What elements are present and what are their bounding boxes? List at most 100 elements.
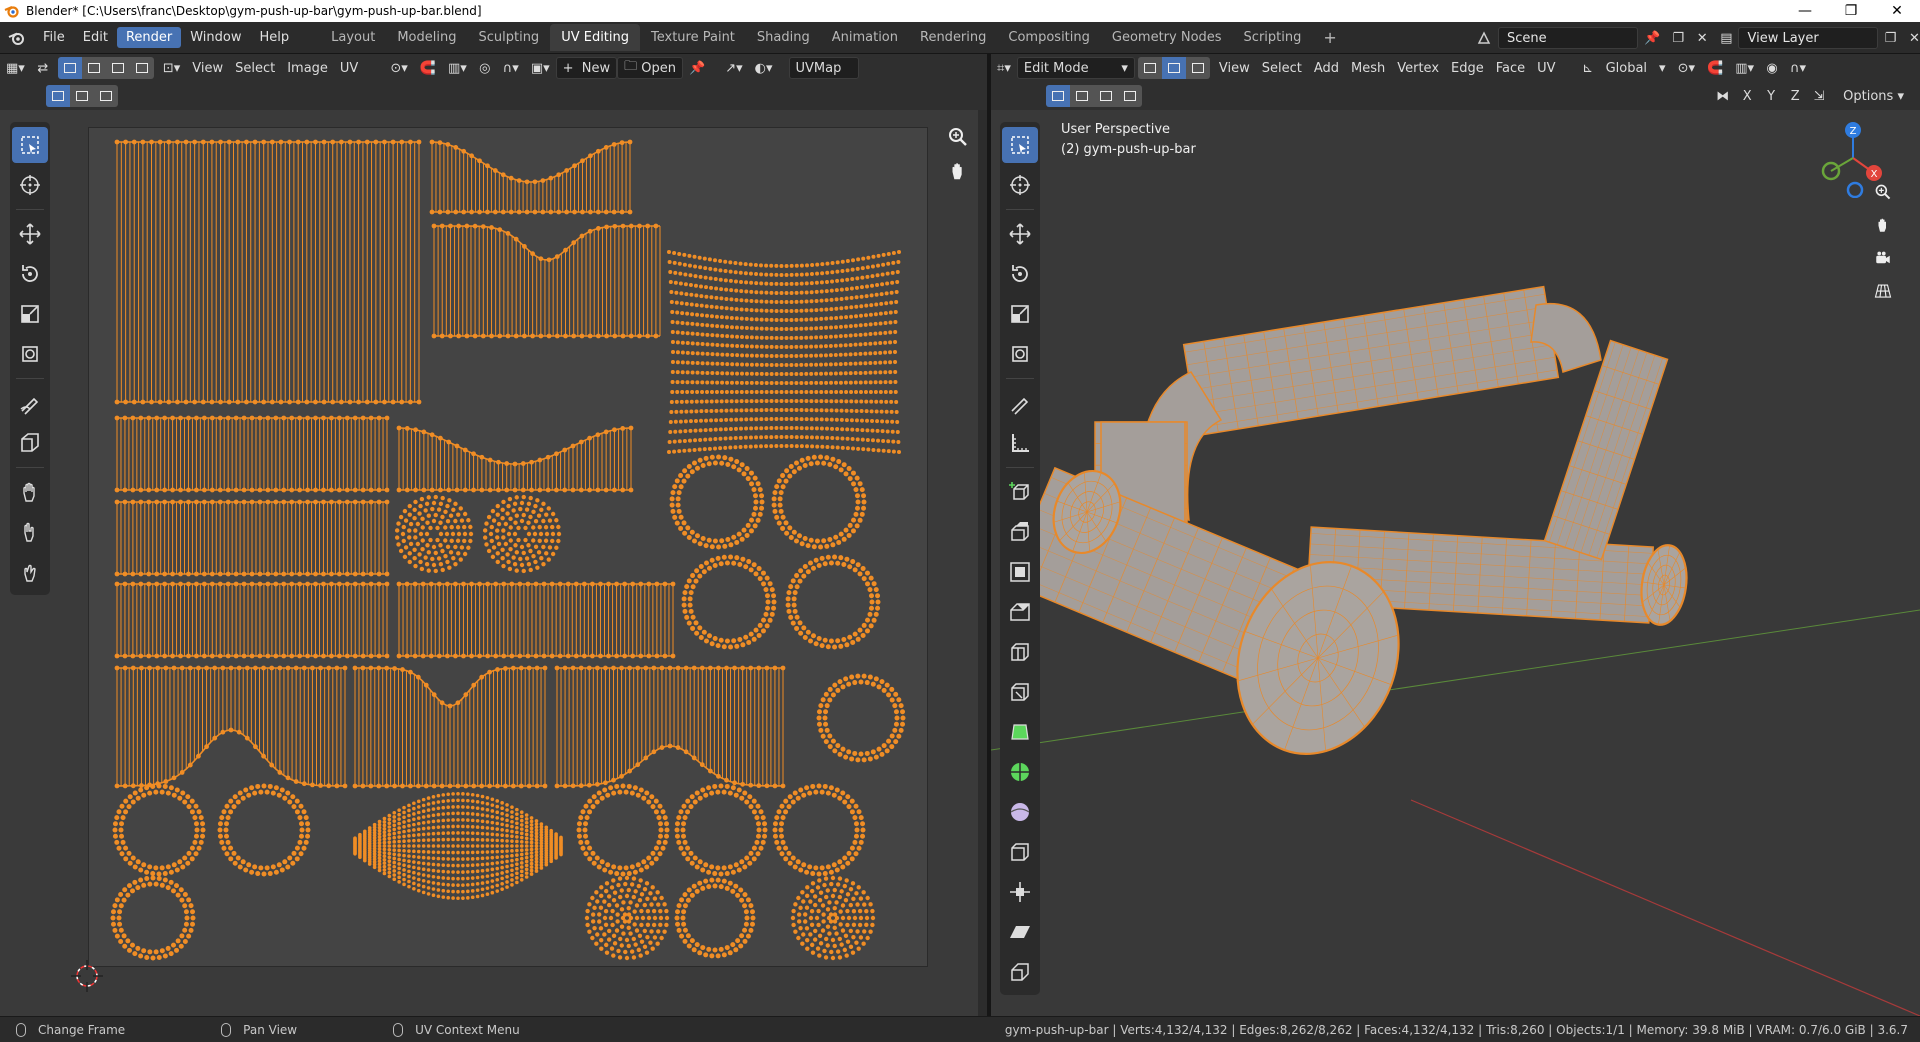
transform-tool-icon[interactable] bbox=[12, 336, 48, 372]
pivot-point-icon[interactable]: ⊙▾ bbox=[1672, 57, 1701, 79]
vp-selection-mode-buttons[interactable] bbox=[1046, 85, 1142, 107]
cursor-tool-icon[interactable] bbox=[12, 167, 48, 203]
vp-menu-face[interactable]: Face bbox=[1490, 57, 1531, 79]
shear-tool-icon[interactable] bbox=[1002, 914, 1038, 950]
vp-snap-target-icon[interactable]: ▥▾ bbox=[1729, 57, 1760, 79]
view-layer-icon[interactable]: ▤ bbox=[1714, 27, 1738, 49]
open-image-button[interactable]: 🗀 Open bbox=[617, 57, 684, 79]
vp-menu-select[interactable]: Select bbox=[1256, 57, 1308, 79]
sticky-select-icon[interactable]: ⊡▾ bbox=[157, 57, 186, 79]
vp-cursor-tool-icon[interactable] bbox=[1002, 167, 1038, 203]
rip-region-tool-icon[interactable] bbox=[12, 425, 48, 461]
overlay-toggle-icon[interactable]: ◐▾ bbox=[749, 57, 779, 79]
tab-sculpting[interactable]: Sculpting bbox=[467, 24, 550, 51]
menu-help[interactable]: Help bbox=[251, 27, 299, 48]
pivot-icon[interactable]: ⊙▾ bbox=[384, 57, 413, 79]
select-subtract-icon[interactable] bbox=[94, 85, 118, 107]
tab-rendering[interactable]: Rendering bbox=[909, 24, 997, 51]
tab-shading[interactable]: Shading bbox=[746, 24, 821, 51]
tab-uv-editing[interactable]: UV Editing bbox=[550, 24, 641, 51]
loop-cut-tool-icon[interactable] bbox=[1002, 634, 1038, 670]
zoom-icon[interactable] bbox=[947, 126, 969, 152]
3d-viewport[interactable]: User Perspective (2) gym-push-up-bar Z X bbox=[991, 110, 1920, 1016]
select-new-icon[interactable] bbox=[46, 85, 70, 107]
tab-modeling[interactable]: Modeling bbox=[386, 24, 467, 51]
uv-editor-area[interactable] bbox=[0, 110, 987, 1016]
editor-type-icon[interactable]: ▦▾ bbox=[0, 57, 31, 79]
new-scene-icon[interactable]: ❐ bbox=[1666, 27, 1690, 49]
toggle-perspective-icon[interactable] bbox=[1868, 276, 1898, 306]
mirror-y-toggle[interactable]: Y bbox=[1759, 85, 1783, 107]
menu-window[interactable]: Window bbox=[181, 27, 250, 48]
zoom-view-icon[interactable] bbox=[1868, 177, 1898, 207]
pan-hand-icon[interactable] bbox=[947, 160, 969, 186]
edge-mode-icon[interactable] bbox=[1161, 57, 1186, 79]
view-layer-field[interactable]: View Layer bbox=[1738, 27, 1879, 49]
vp-select-box-tool-icon[interactable] bbox=[1002, 127, 1038, 163]
snap-target-icon[interactable]: ▥▾ bbox=[442, 57, 473, 79]
uv-menu-image[interactable]: Image bbox=[281, 57, 334, 79]
proportional-edit-icon[interactable]: ◎ bbox=[473, 57, 497, 79]
extrude-tool-icon[interactable] bbox=[1002, 514, 1038, 550]
tab-scripting[interactable]: Scripting bbox=[1233, 24, 1313, 51]
scene-field[interactable]: Scene bbox=[1498, 27, 1638, 49]
add-workspace-button[interactable]: + bbox=[1312, 22, 1347, 53]
relax-tool-icon[interactable] bbox=[12, 514, 48, 550]
pinch-tool-icon[interactable] bbox=[12, 554, 48, 590]
vp-menu-view[interactable]: View bbox=[1213, 57, 1256, 79]
vp-select-subtract-icon[interactable] bbox=[1094, 85, 1118, 107]
mode-dropdown[interactable]: Edit Mode ▾ bbox=[1016, 57, 1135, 79]
uv-menu-uv[interactable]: UV bbox=[334, 57, 364, 79]
annotate-tool-icon[interactable] bbox=[12, 385, 48, 421]
vp-select-new-icon[interactable] bbox=[1046, 85, 1070, 107]
close-window-button[interactable]: ✕ bbox=[1874, 0, 1920, 22]
edge-slide-tool-icon[interactable] bbox=[1002, 834, 1038, 870]
vp-annotate-tool-icon[interactable] bbox=[1002, 385, 1038, 421]
auto-merge-icon[interactable]: ⇲ bbox=[1807, 85, 1831, 107]
minimize-button[interactable]: — bbox=[1782, 0, 1828, 22]
uv-menu-select[interactable]: Select bbox=[229, 57, 281, 79]
pan-view-icon[interactable] bbox=[1868, 210, 1898, 240]
knife-tool-icon[interactable] bbox=[1002, 674, 1038, 710]
rip-tool-icon[interactable] bbox=[1002, 954, 1038, 990]
snap-icon[interactable]: 🧲 bbox=[414, 57, 442, 79]
falloff-icon[interactable]: ∩▾ bbox=[497, 57, 525, 79]
tab-animation[interactable]: Animation bbox=[821, 24, 909, 51]
camera-view-icon[interactable] bbox=[1868, 243, 1898, 273]
delete-view-layer-icon[interactable]: ✕ bbox=[1902, 27, 1920, 49]
vp-rotate-tool-icon[interactable] bbox=[1002, 256, 1038, 292]
grab-tool-icon[interactable] bbox=[12, 474, 48, 510]
mirror-z-toggle[interactable]: Z bbox=[1783, 85, 1807, 107]
blender-menu-icon[interactable] bbox=[0, 30, 34, 46]
island-select-icon[interactable] bbox=[129, 57, 154, 79]
vp-falloff-icon[interactable]: ∩▾ bbox=[1784, 57, 1812, 79]
scale-tool-icon[interactable] bbox=[12, 296, 48, 332]
smooth-tool-icon[interactable] bbox=[1002, 794, 1038, 830]
uv-right-scroll-edge[interactable] bbox=[978, 110, 987, 1016]
inset-tool-icon[interactable] bbox=[1002, 554, 1038, 590]
options-button[interactable]: Options ▾ bbox=[1837, 85, 1910, 107]
bevel-tool-icon[interactable] bbox=[1002, 594, 1038, 630]
uv-selection-mode-buttons[interactable] bbox=[46, 85, 118, 107]
face-select-icon[interactable] bbox=[105, 57, 130, 79]
vp-snap-icon[interactable]: 🧲 bbox=[1701, 57, 1729, 79]
vp-menu-edge[interactable]: Edge bbox=[1445, 57, 1490, 79]
vp-menu-add[interactable]: Add bbox=[1308, 57, 1345, 79]
new-image-button[interactable]: + New bbox=[555, 57, 618, 79]
tab-geometry-nodes[interactable]: Geometry Nodes bbox=[1101, 24, 1233, 51]
poly-build-tool-icon[interactable] bbox=[1002, 714, 1038, 750]
vp-scale-tool-icon[interactable] bbox=[1002, 296, 1038, 332]
vp-select-extend-icon[interactable] bbox=[1070, 85, 1094, 107]
vp-menu-vertex[interactable]: Vertex bbox=[1391, 57, 1445, 79]
shrink-fatten-tool-icon[interactable] bbox=[1002, 874, 1038, 910]
vertex-mode-icon[interactable] bbox=[1137, 57, 1162, 79]
pin-icon[interactable]: 📌 bbox=[1638, 27, 1666, 49]
uvmap-field[interactable]: UVMap bbox=[788, 57, 859, 79]
tab-texture-paint[interactable]: Texture Paint bbox=[640, 24, 746, 51]
sync-selection-icon[interactable]: ⇄ bbox=[31, 57, 55, 79]
face-mode-icon[interactable] bbox=[1185, 57, 1210, 79]
mesh-select-mode[interactable] bbox=[1137, 57, 1210, 79]
orientation-dropdown[interactable]: Global ▾ bbox=[1600, 57, 1672, 79]
menu-edit[interactable]: Edit bbox=[74, 27, 117, 48]
uv-canvas[interactable] bbox=[88, 127, 928, 967]
